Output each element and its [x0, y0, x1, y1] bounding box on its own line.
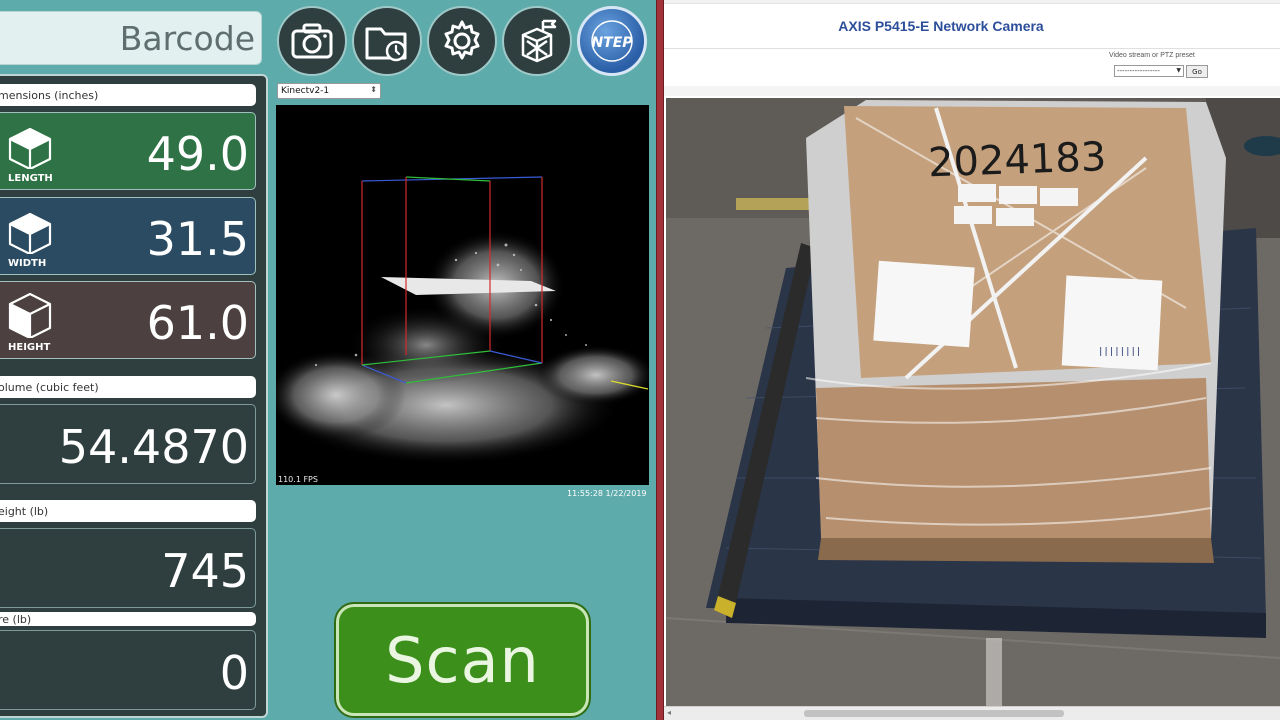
height-label: HEIGHT: [8, 342, 51, 353]
volume-box: 54.4870: [0, 404, 256, 484]
barcode-placeholder: Barcode: [119, 18, 255, 58]
stream-select-value: -----------------: [1117, 67, 1160, 75]
height-box-icon: [4, 290, 56, 340]
scrollbar-thumb[interactable]: [804, 710, 1064, 717]
length-value: 49.0: [146, 127, 249, 181]
stream-select-label: Video stream or PTZ preset: [1109, 52, 1195, 59]
window-divider: [656, 0, 664, 720]
fps-readout: 110.1 FPS: [278, 475, 318, 484]
dimensioning-app: Barcode NTEP mensions (inches) LENGTH 49…: [0, 0, 658, 720]
history-folder-button[interactable]: [352, 6, 422, 76]
volume-label: olume (cubic feet): [0, 380, 99, 394]
tare-label-bar: re (lb): [0, 612, 256, 626]
folder-history-icon: [365, 27, 407, 62]
tare-value: 0: [219, 646, 249, 700]
camera-page-title: AXIS P5415-E Network Camera: [838, 18, 1044, 34]
height-value: 61.0: [146, 296, 249, 350]
camera-icon: [291, 23, 333, 59]
screen: Barcode NTEP mensions (inches) LENGTH 49…: [0, 0, 1280, 720]
barcode-input[interactable]: Barcode: [0, 11, 262, 65]
live-camera-view: |||||||| 2024183: [666, 98, 1280, 706]
volume-value: 54.4870: [58, 420, 249, 474]
shipping-label-code: ||||||||: [1098, 347, 1141, 357]
length-box: LENGTH 49.0: [0, 112, 256, 190]
width-label: WIDTH: [8, 258, 47, 269]
scroll-left-arrow-icon[interactable]: ◂: [667, 708, 671, 717]
point-cloud-viewport[interactable]: [276, 105, 649, 485]
height-box: HEIGHT 61.0: [0, 281, 256, 359]
stream-preset-select[interactable]: ----------------- ▼: [1114, 65, 1184, 77]
go-button[interactable]: Go: [1186, 65, 1208, 78]
point-cloud-render: [276, 176, 649, 465]
weight-box: 745: [0, 528, 256, 608]
scan-button[interactable]: Scan: [336, 604, 589, 716]
dimensions-label-bar: mensions (inches): [0, 84, 256, 106]
length-box-icon: [4, 121, 56, 171]
select-arrows-icon: ⬍: [370, 85, 377, 94]
ntep-logo-text: NTEP: [591, 35, 633, 51]
camera-web-page: AXIS P5415-E Network Camera Video stream…: [664, 0, 1280, 720]
width-box: WIDTH 31.5: [0, 197, 256, 275]
length-label: LENGTH: [8, 173, 53, 184]
ntep-logo-button[interactable]: NTEP: [577, 6, 647, 76]
tare-box: 0: [0, 630, 256, 710]
video-header-shade: [664, 86, 1280, 96]
measurement-panel: mensions (inches) LENGTH 49.0 WIDTH 31.5…: [0, 74, 268, 718]
width-box-icon: [4, 206, 56, 256]
sensor-select-value: Kinectv2-1: [281, 86, 330, 96]
weight-label-bar: eight (lb): [0, 500, 256, 522]
dimensions-label: mensions (inches): [0, 88, 99, 102]
settings-button[interactable]: [427, 6, 497, 76]
horizontal-scrollbar[interactable]: ◂: [664, 706, 1280, 720]
pallet-handwritten-number: 2024183: [927, 134, 1107, 186]
width-value: 31.5: [146, 212, 249, 266]
scan-button-label: Scan: [385, 623, 540, 697]
weight-value: 745: [161, 544, 249, 598]
package-cancel-icon: [521, 19, 557, 63]
gear-icon: [444, 20, 480, 60]
sensor-select[interactable]: Kinectv2-1 ⬍: [277, 83, 381, 99]
go-button-label: Go: [1192, 67, 1202, 76]
chevron-down-icon: ▼: [1176, 67, 1181, 74]
page-top-bar: [664, 0, 1280, 4]
camera-button[interactable]: [277, 6, 347, 76]
title-divider: [664, 48, 1280, 49]
capture-timestamp: 11:55:28 1/22/2019: [567, 489, 647, 498]
camera-scene: |||||||| 2024183: [666, 98, 1280, 706]
weight-label: eight (lb): [0, 504, 49, 518]
volume-label-bar: olume (cubic feet): [0, 376, 256, 398]
ntep-logo-icon: NTEP: [591, 20, 633, 62]
tare-label: re (lb): [0, 612, 32, 626]
package-flag-button[interactable]: [502, 6, 572, 76]
